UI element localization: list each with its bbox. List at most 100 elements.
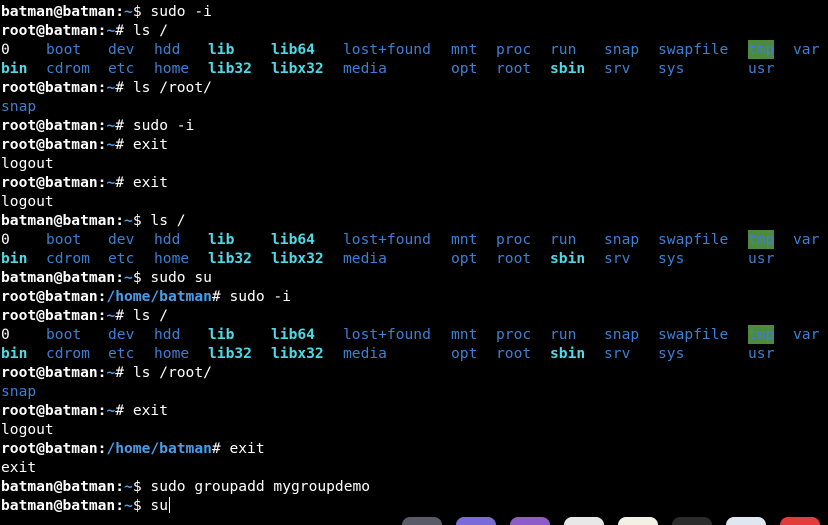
- ls-entry: usr: [748, 60, 775, 77]
- dock: [400, 515, 828, 525]
- prompt-user: root@batman: [1, 22, 98, 39]
- ls-entry: libx32: [271, 250, 324, 267]
- ls-entry: opt: [451, 250, 478, 267]
- prompt-user: batman@batman: [1, 269, 116, 286]
- ls-entry: mnt: [451, 41, 478, 58]
- command-text: ls /: [150, 212, 186, 229]
- prompt-symbol: $: [132, 3, 142, 20]
- ls-entry: hdd: [154, 326, 181, 343]
- ls-entry: run: [550, 231, 577, 248]
- prompt-symbol: #: [115, 22, 125, 39]
- prompt-symbol: #: [115, 402, 125, 419]
- prompt-path: ~: [106, 136, 116, 153]
- output-line: exit: [1, 459, 37, 476]
- prompt-separator: :: [115, 3, 125, 20]
- prompt-user: root@batman: [1, 440, 98, 457]
- ls-entry: lost+found: [343, 326, 431, 343]
- ls-entry: dev: [108, 41, 135, 58]
- prompt-user: root@batman: [1, 136, 98, 153]
- ls-entry: media: [343, 60, 387, 77]
- ls-entry: snap: [604, 41, 640, 58]
- prompt-symbol: #: [115, 117, 125, 134]
- prompt-path: ~: [106, 174, 116, 191]
- prompt-user: batman@batman: [1, 478, 116, 495]
- command-text: sudo -i: [229, 288, 291, 305]
- command-text: sudo su: [150, 269, 212, 286]
- prompt-path: ~: [124, 3, 133, 20]
- dock-app-icon-5[interactable]: [618, 517, 658, 525]
- prompt-separator: :: [115, 212, 125, 229]
- ls-entry: 0: [1, 231, 10, 248]
- ls-entry: lib32: [208, 60, 252, 77]
- ls-entry: 0: [1, 41, 10, 58]
- prompt-user: root@batman: [1, 174, 98, 191]
- ls-entry: lib64: [271, 41, 315, 58]
- prompt-line: root@batman:~# exit: [1, 135, 828, 154]
- ls-entry: home: [154, 60, 190, 77]
- ls-entry: root: [496, 345, 532, 362]
- prompt-path: ~: [106, 307, 116, 324]
- terminal-window[interactable]: batman@batman:~$ sudo -i root@batman:~# l…: [0, 0, 828, 525]
- ls-entry: hdd: [154, 231, 181, 248]
- ls-entry: dev: [108, 231, 135, 248]
- prompt-user: root@batman: [1, 288, 98, 305]
- ls-entry: boot: [46, 231, 82, 248]
- prompt-path: ~: [124, 478, 133, 495]
- dock-app-icon-1[interactable]: [402, 517, 442, 525]
- dock-app-icon-6[interactable]: [672, 517, 712, 525]
- prompt-path: ~: [124, 497, 133, 514]
- prompt-symbol: $: [132, 269, 142, 286]
- ls-entry: home: [154, 345, 190, 362]
- ls-entry: srv: [604, 60, 631, 77]
- command-text: exit: [132, 174, 168, 191]
- ls-entry: lib: [208, 231, 235, 248]
- ls-entry: sbin: [550, 345, 586, 362]
- ls-output-row: bin cdrom etc home lib32 libx32 media opt root sb…: [1, 249, 828, 268]
- ls-entry: lib64: [271, 326, 315, 343]
- ls-entry: cdrom: [46, 250, 90, 267]
- ls-entry: lost+found: [343, 41, 431, 58]
- dock-app-icon-4[interactable]: [564, 517, 604, 525]
- prompt-separator: :: [115, 497, 125, 514]
- dock-app-icon-7[interactable]: [726, 517, 766, 525]
- ls-entry: sys: [658, 60, 685, 77]
- ls-output-row: 0 boot dev hdd lib lib64 lost+found mnt proc run s…: [1, 325, 828, 344]
- ls-entry: mnt: [451, 231, 478, 248]
- ls-entry: var: [793, 231, 820, 248]
- command-text[interactable]: su: [150, 497, 168, 514]
- ls-entry: boot: [46, 41, 82, 58]
- ls-entry: sbin: [550, 250, 586, 267]
- command-text: ls /: [132, 307, 168, 324]
- dock-app-icon-2[interactable]: [456, 517, 496, 525]
- prompt-path: /home/batman: [106, 288, 212, 305]
- command-text: exit: [132, 402, 168, 419]
- text-cursor: [169, 497, 170, 513]
- ls-entry: sbin: [550, 60, 586, 77]
- ls-entry: run: [550, 326, 577, 343]
- ls-entry: proc: [496, 326, 532, 343]
- ls-entry: sys: [658, 250, 685, 267]
- ls-entry: media: [343, 345, 387, 362]
- prompt-path: ~: [124, 212, 133, 229]
- command-text: sudo -i: [150, 3, 212, 20]
- prompt-line: root@batman:/home/batman# sudo -i: [1, 287, 828, 306]
- ls-entry: tmp: [748, 325, 775, 344]
- dock-app-icon-3[interactable]: [510, 517, 550, 525]
- command-text: sudo groupadd mygroupdemo: [150, 478, 371, 495]
- prompt-line: root@batman:~# ls /: [1, 21, 828, 40]
- terminal-output: batman@batman:~$ sudo -i root@batman:~# l…: [1, 2, 828, 515]
- prompt-path: ~: [106, 402, 116, 419]
- prompt-user: root@batman: [1, 307, 98, 324]
- ls-entry: proc: [496, 41, 532, 58]
- prompt-line: root@batman:~# ls /: [1, 306, 828, 325]
- dock-app-icon-8[interactable]: [780, 517, 820, 525]
- prompt-path: ~: [106, 364, 116, 381]
- prompt-user: batman@batman: [1, 497, 116, 514]
- ls-entry: bin: [1, 345, 28, 362]
- ls-entry: libx32: [271, 345, 324, 362]
